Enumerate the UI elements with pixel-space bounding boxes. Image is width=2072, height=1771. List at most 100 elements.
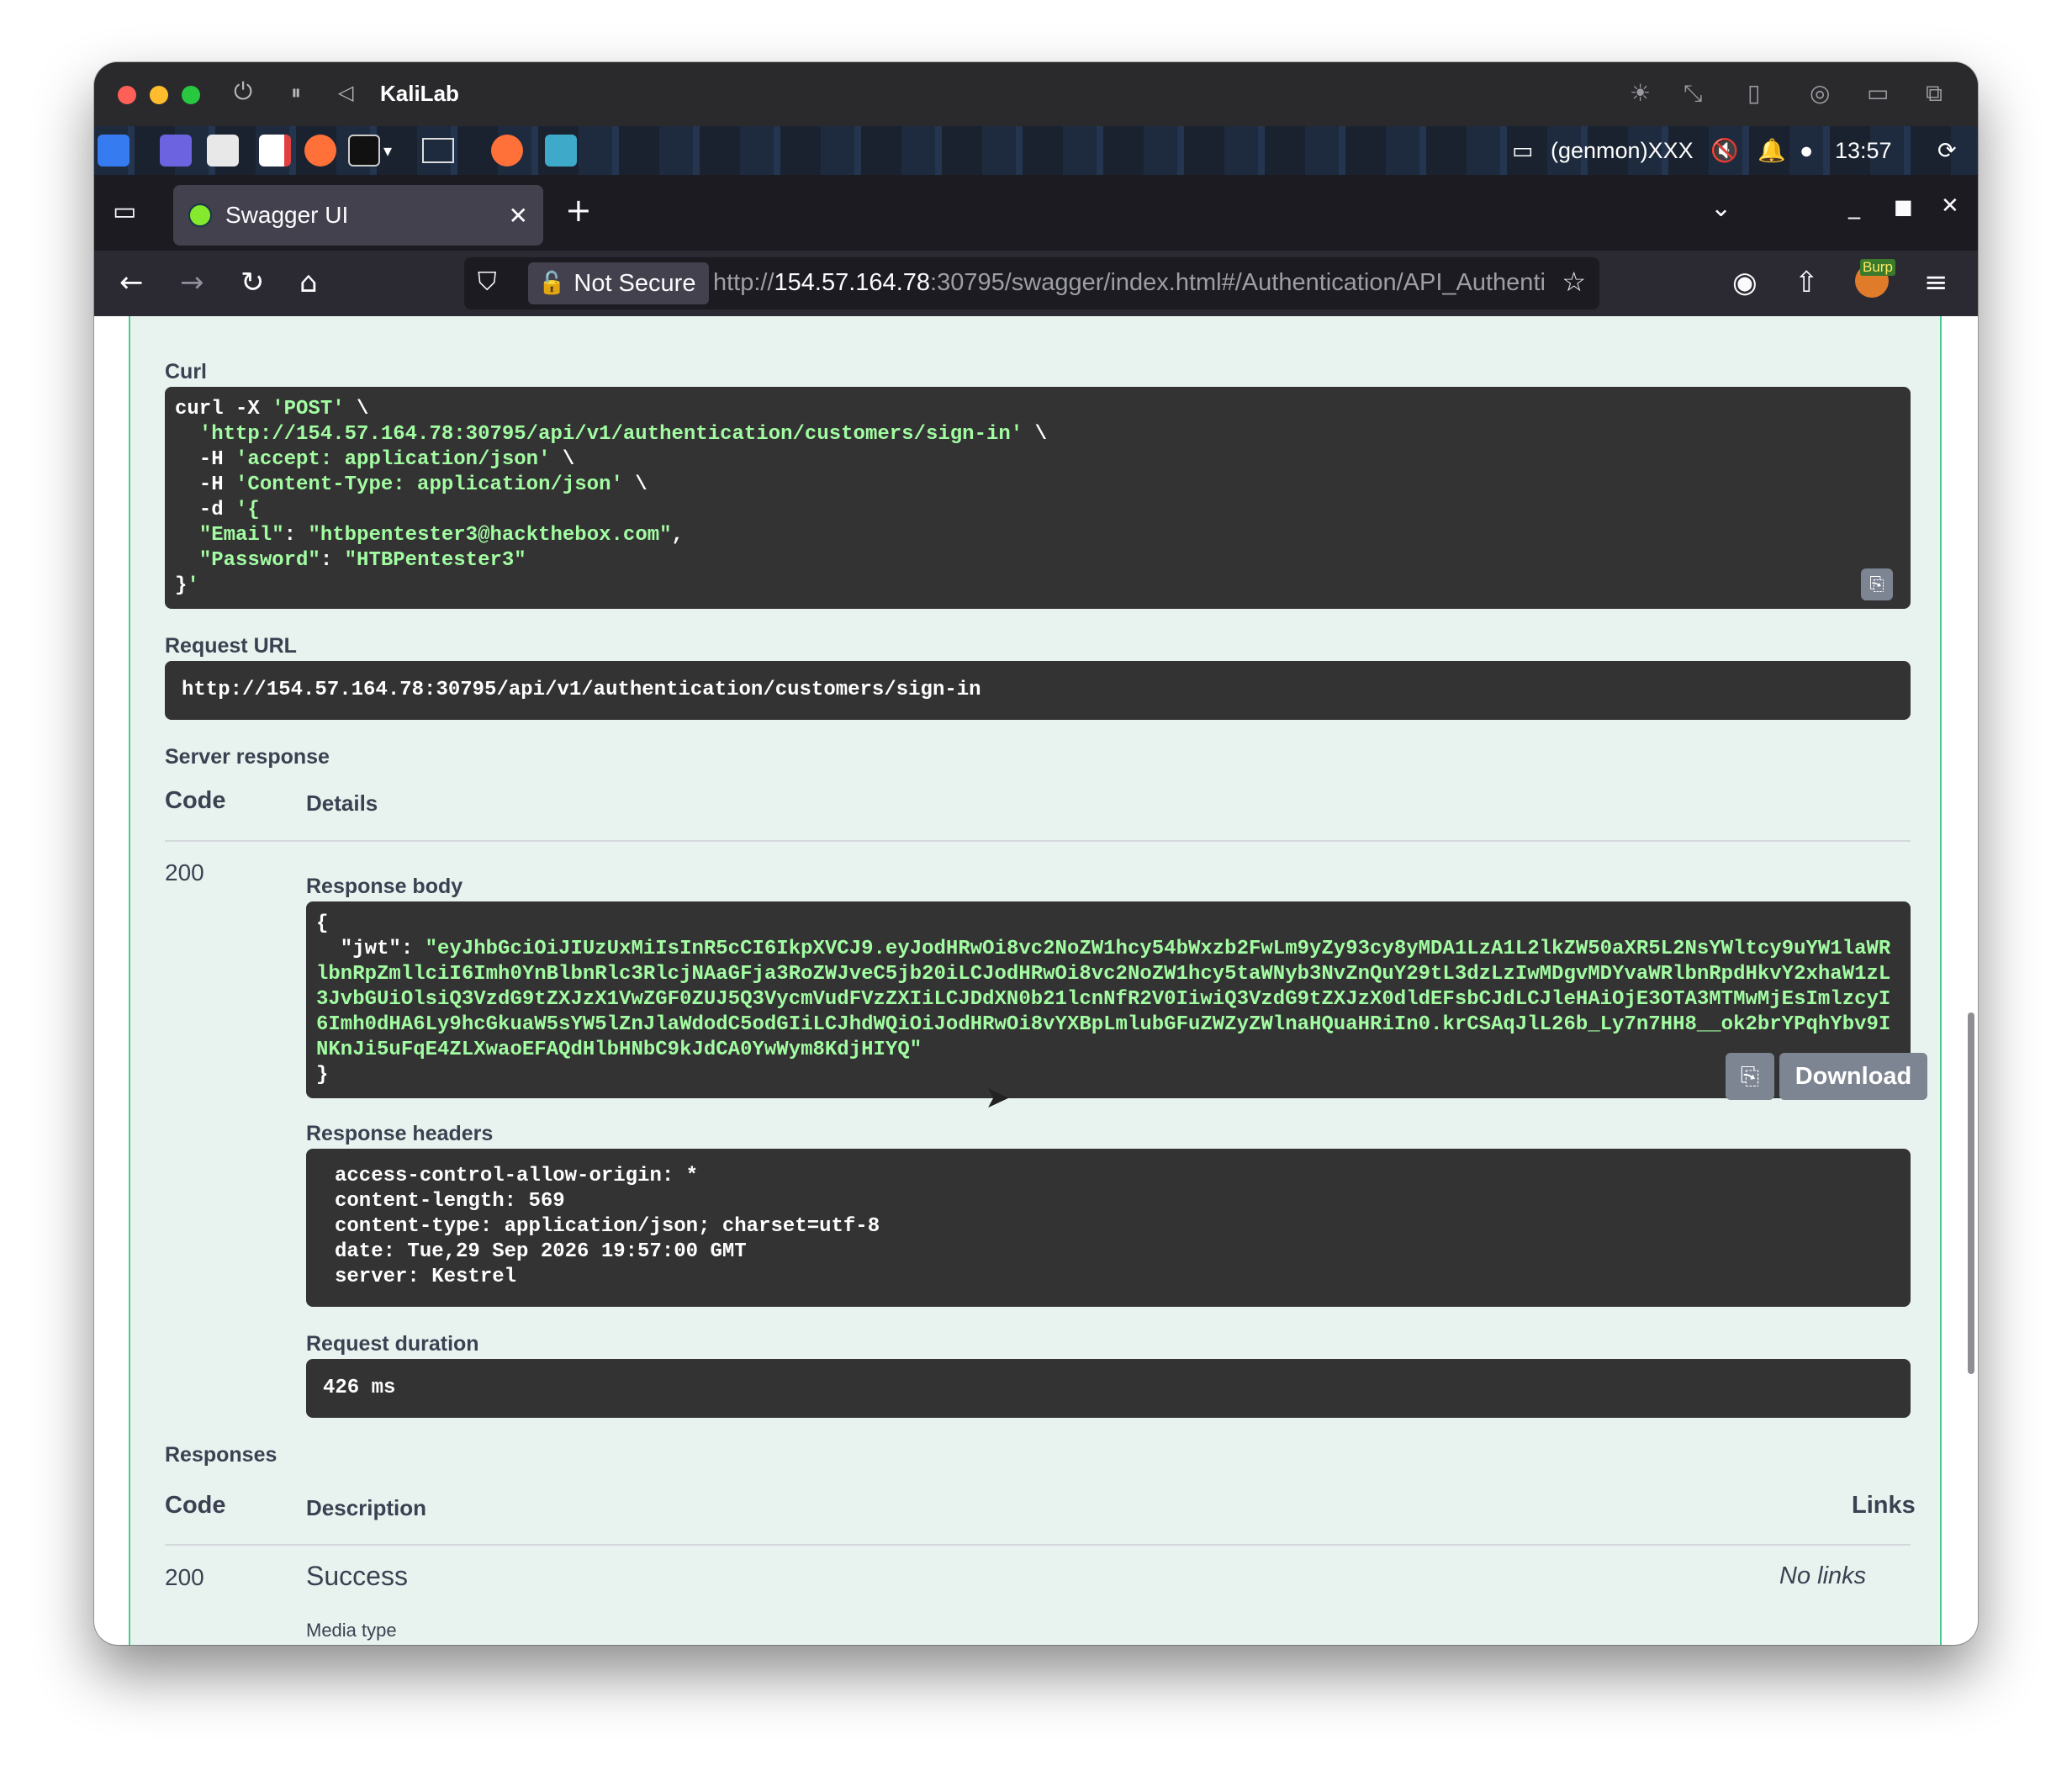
back-icon[interactable]: ← [119, 266, 144, 299]
code-header: Code [165, 787, 226, 814]
back-triangle-icon[interactable]: ◁ [338, 81, 353, 104]
response-header-line: content-type: application/json; charset=… [335, 1215, 880, 1238]
responses-code-header: Code [165, 1492, 226, 1519]
swagger-favicon-icon [188, 204, 212, 227]
bell-icon[interactable]: 🔔 [1758, 133, 1786, 168]
desktop-icon[interactable] [160, 133, 192, 168]
media-type-label: Media type [306, 1620, 397, 1641]
folder-icon[interactable]: ▭ [1867, 79, 1889, 107]
file-manager-icon[interactable] [207, 133, 239, 168]
list-tabs-chevron-icon[interactable]: ⌄ [1710, 193, 1731, 223]
host-title-bar: ⏻ ⏸ ◁ KaliLab ☀ ⤡ ▯ ◎ ▭ ⧉ [94, 62, 1978, 126]
response-header-line: server: Kestrel [335, 1266, 517, 1288]
bookmark-star-icon[interactable]: ☆ [1562, 266, 1586, 298]
chevron-down-icon[interactable]: ▾ [383, 133, 392, 168]
minimize-icon[interactable]: _ [1848, 192, 1860, 219]
divider [165, 840, 1911, 842]
curl-line: -H 'accept: application/json' \ [175, 448, 575, 471]
body-open-brace: { [316, 912, 329, 935]
home-icon[interactable]: ⌂ [299, 266, 318, 299]
firefox-launcher-icon[interactable] [304, 133, 336, 168]
url-bar[interactable]: ⛉ 🔓 Not Secure http://154.57.164.78:3079… [464, 257, 1599, 309]
kali-taskbar: ▾ ▭ (genmon)XXX 🔇 🔔 ● 13:57 ⟳ [94, 126, 1978, 175]
url-text[interactable]: http://154.57.164.78:30795/swagger/index… [713, 269, 1546, 297]
links-header: Links [1852, 1492, 1916, 1519]
navigation-bar: ← → ↻ ⌂ ⛉ 🔓 Not Secure http://154.57.164… [94, 251, 1978, 316]
workspace-switcher[interactable] [422, 133, 454, 168]
not-secure-label: Not Secure [574, 269, 696, 297]
copy-curl-icon[interactable]: ⎘ [1861, 568, 1893, 600]
resize-icon[interactable]: ⤡ [1684, 79, 1702, 108]
response-links: No links [1779, 1562, 1867, 1589]
response-headers-label: Response headers [306, 1122, 494, 1145]
tab-overview-icon[interactable]: ▭ [113, 197, 136, 226]
details-header: Details [306, 790, 378, 816]
download-button[interactable]: Download [1779, 1053, 1927, 1100]
jwt-line: lbnRpZmllciI6Imh0YnBlbnRlc3RlcjNAaGFja3R… [316, 963, 1891, 986]
tab-title: Swagger UI [225, 202, 349, 228]
new-tab-button[interactable]: + [565, 192, 592, 229]
tab-close-icon[interactable]: ✕ [509, 202, 528, 230]
tab-swagger-ui[interactable]: Swagger UI ✕ [173, 185, 543, 246]
curl-line: "Email": "htbpentester3@hackthebox.com", [198, 524, 684, 547]
forward-icon[interactable]: → [180, 266, 204, 299]
burp-extension-icon[interactable]: Burp [1855, 259, 1895, 298]
monitor-icon: ▭ [1512, 137, 1534, 163]
zoom-window-button[interactable] [182, 86, 200, 104]
response-body-label: Response body [306, 875, 463, 898]
windows-icon[interactable]: ⧉ [1926, 79, 1942, 108]
clock-icon: ● [1800, 137, 1814, 163]
description-header: Description [306, 1495, 427, 1520]
jwt-line: 3JvbGUiOlsiQ3VzdG9tZXJzX1VwZGF0ZUJ5Q3Vyc… [316, 988, 1891, 1011]
kali-menu-icon[interactable] [98, 133, 130, 168]
curl-line: -H 'Content-Type: application/json' \ [175, 473, 648, 496]
close-window-button[interactable] [118, 86, 136, 104]
terminal-icon[interactable] [348, 133, 380, 168]
divider [165, 1544, 1911, 1546]
response-description: Success [306, 1561, 408, 1591]
request-duration-label: Request duration [306, 1332, 479, 1356]
page-scrollbar[interactable] [1968, 1012, 1974, 1374]
curl-code-block: curl -X 'POST' \ 'http://154.57.164.78:3… [165, 387, 1911, 609]
response-body-block: { "jwt": "eyJhbGciOiJIUzUxMiIsInR5cCI6Ik… [306, 901, 1911, 1098]
response-header-line: content-length: 569 [335, 1190, 565, 1213]
copy-response-icon[interactable]: ⎘ [1726, 1053, 1774, 1100]
lock-slash-icon: 🔓 [538, 271, 566, 296]
response-header-line: access-control-allow-origin: * [335, 1165, 699, 1187]
shield-icon[interactable]: ⛉ [478, 267, 497, 297]
extensions-icon[interactable]: ⇧ [1794, 266, 1819, 299]
page-content: Curl curl -X 'POST' \ 'http://154.57.164… [94, 316, 1978, 1645]
text-editor-icon[interactable] [259, 133, 291, 168]
curl-label: Curl [165, 360, 207, 383]
jwt-line: NKnJi5uFqE4ZLXwaoEFAQdHlbHNbC9kJdCA0YwWy… [316, 1039, 922, 1061]
jwt-key: "jwt": [316, 938, 426, 960]
firefox-task-icon[interactable] [491, 133, 523, 168]
refresh-icon[interactable]: ⟳ [1937, 133, 1957, 168]
reload-icon[interactable]: ↻ [240, 266, 265, 299]
response-code: 200 [165, 1564, 204, 1590]
request-duration-value: 426 ms [306, 1359, 1911, 1418]
site-security-indicator[interactable]: 🔓 Not Secure [528, 262, 710, 304]
curl-line: curl -X 'POST' \ [175, 398, 369, 420]
menu-icon[interactable]: ≡ [1924, 266, 1948, 299]
response-status-code: 200 [165, 859, 204, 886]
maximize-icon[interactable]: ■ [1894, 195, 1913, 219]
mute-icon[interactable]: 🔇 [1710, 133, 1739, 168]
clock-text: 13:57 [1835, 137, 1892, 163]
brightness-icon[interactable]: ☀ [1630, 79, 1651, 107]
operation-block: Curl curl -X 'POST' \ 'http://154.57.164… [129, 316, 1942, 1645]
burp-task-icon[interactable] [545, 133, 577, 168]
power-icon[interactable]: ⏻ [234, 77, 252, 106]
curl-line: 'http://154.57.164.78:30795/api/v1/authe… [198, 423, 1047, 446]
body-close-brace: } [316, 1064, 329, 1086]
responses-label: Responses [165, 1443, 278, 1467]
jwt-line: "jwt": "eyJhbGciOiJIUzUxMiIsInR5cCI6IkpX… [316, 938, 1891, 960]
account-icon[interactable]: ◉ [1732, 266, 1758, 299]
pause-icon[interactable]: ⏸ [291, 81, 301, 104]
minimize-window-button[interactable] [150, 86, 168, 104]
close-browser-icon[interactable]: ✕ [1941, 193, 1959, 219]
genmon-text: (genmon)XXX [1551, 137, 1694, 163]
request-url-label: Request URL [165, 634, 297, 658]
settings-icon[interactable]: ◎ [1810, 79, 1830, 107]
usb-icon[interactable]: ▯ [1747, 79, 1760, 107]
